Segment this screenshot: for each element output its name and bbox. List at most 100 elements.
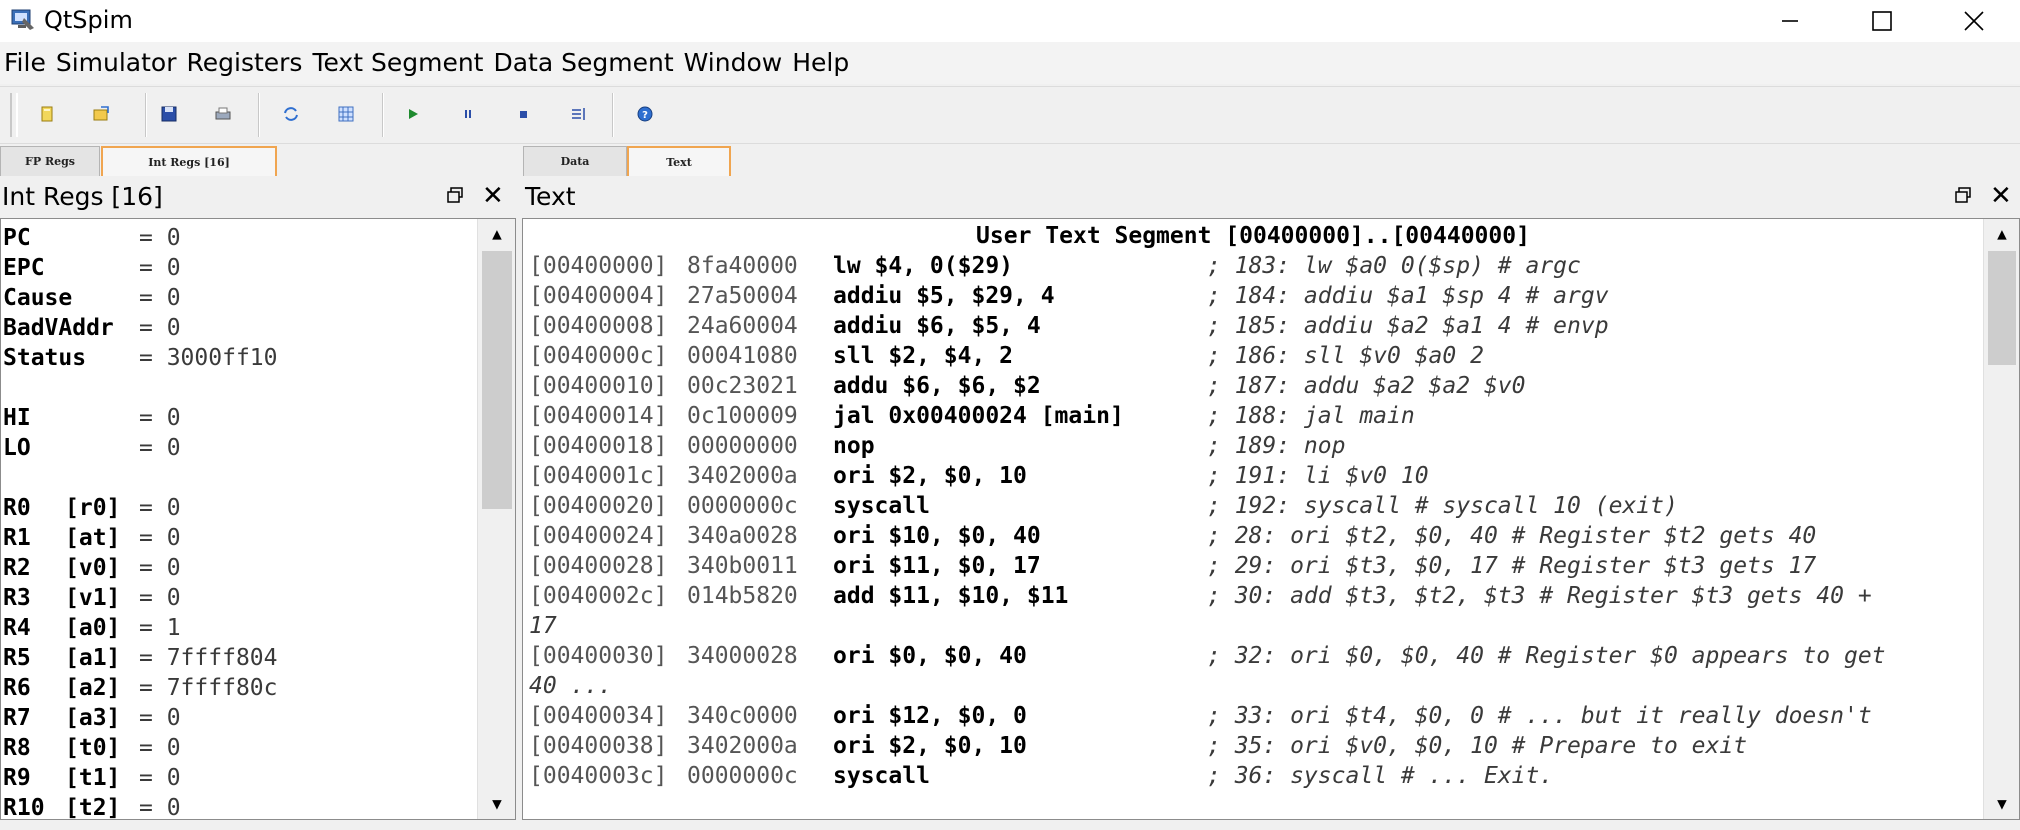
scroll-up-icon[interactable]: ▲	[1984, 219, 2019, 249]
text-segment-line[interactable]: [00400030] 34000028 ori $0, $0, 40 ; 32: or…	[529, 641, 1886, 671]
register-row: R10 [t2] = 0	[3, 793, 181, 820]
instruction-address: [0040001c]	[529, 463, 668, 489]
text-segment-line[interactable]: [0040003c] 0000000c syscall ; 36: syscall #…	[529, 761, 1553, 791]
scroll-down-icon[interactable]: ▼	[1984, 789, 2019, 819]
open-file-button[interactable]	[34, 101, 60, 127]
text-segment-line[interactable]: [00400034] 340c0000 ori $12, $0, 0 ; 33: or…	[529, 701, 1872, 731]
equals-sign: =	[139, 585, 167, 611]
pause-button[interactable]	[455, 101, 481, 127]
source-comment: ; 183: lw $a0 0($sp) # argc	[1207, 253, 1581, 279]
save-log-button[interactable]	[156, 101, 182, 127]
scroll-down-icon[interactable]: ▼	[478, 789, 515, 819]
register-row: EPC = 0	[3, 253, 181, 283]
status-strip	[0, 820, 2020, 830]
float-window-icon[interactable]	[446, 186, 464, 204]
menu-simulator[interactable]: Simulator	[52, 42, 183, 84]
text-segment-line[interactable]: [00400028] 340b0011 ori $11, $0, 17 ; 29: o…	[529, 551, 1816, 581]
menu-window[interactable]: Window	[680, 42, 789, 84]
text-segment-line[interactable]: [0040001c] 3402000a ori $2, $0, 10 ; 191: l…	[529, 461, 1429, 491]
register-alias: [a0]	[65, 615, 121, 641]
run-button[interactable]	[400, 101, 426, 127]
instruction-text: ori $2, $0, 10	[833, 733, 1027, 759]
instruction-text: syscall	[833, 763, 930, 789]
source-comment: ; 192: syscall # syscall 10 (exit)	[1207, 493, 1678, 519]
help-button[interactable]: ?	[632, 101, 658, 127]
toolbar-grip[interactable]	[10, 93, 18, 137]
instruction-address: [00400004]	[529, 283, 668, 309]
source-comment: ; 33: ori $t4, $0, 0 # ... but it really…	[1207, 703, 1872, 729]
text-segment-line[interactable]: [00400000] 8fa40000 lw $4, 0($29) ; 183: lw…	[529, 251, 1581, 281]
int-regs-panel: ▲ ▼ PC = 0 EPC = 0 Cause = 0 BadVAddr = 0 Status…	[0, 218, 516, 820]
single-step-button[interactable]	[565, 101, 591, 127]
machine-code: 00c23021	[687, 373, 798, 399]
pause-icon	[465, 110, 471, 118]
reinitialize-and-load-button[interactable]	[88, 101, 114, 127]
source-comment: ; 30: add $t3, $t2, $t3 # Register $t3 g…	[1207, 583, 1872, 609]
save-icon	[161, 106, 177, 122]
reload-icon	[93, 106, 109, 121]
text-segment-line[interactable]: [00400008] 24a60004 addiu $6, $5, 4 ; 185: …	[529, 311, 1609, 341]
source-comment: ; 35: ori $v0, $0, 10 # Prepare to exit	[1207, 733, 1748, 759]
menu-file[interactable]: File	[0, 42, 52, 84]
stop-button[interactable]	[510, 101, 536, 127]
title-bar: QtSpim	[0, 0, 2020, 42]
text-segment-line[interactable]: [00400020] 0000000c syscall ; 192: syscall …	[529, 491, 1678, 521]
equals-sign: =	[139, 675, 167, 701]
instruction-text: ori $11, $0, 17	[833, 553, 1041, 579]
scroll-thumb[interactable]	[482, 251, 512, 509]
scroll-thumb[interactable]	[1988, 251, 2016, 365]
text-segment-line[interactable]: [00400038] 3402000a ori $2, $0, 10 ; 35: or…	[529, 731, 1747, 761]
text-segment-line[interactable]: [00400024] 340a0028 ori $10, $0, 40 ; 28: o…	[529, 521, 1816, 551]
text-scrollbar[interactable]: ▲ ▼	[1983, 219, 2019, 819]
text-segment-line[interactable]: [00400004] 27a50004 addiu $5, $29, 4 ; 184:…	[529, 281, 1609, 311]
scroll-up-icon[interactable]: ▲	[478, 219, 515, 249]
menu-registers[interactable]: Registers	[183, 42, 309, 84]
text-segment-line[interactable]: [0040000c] 00041080 sll $2, $4, 2 ; 186: sl…	[529, 341, 1484, 371]
clear-memory-button[interactable]	[333, 101, 359, 127]
source-comment: ; 32: ori $0, $0, 40 # Register $0 appea…	[1207, 643, 1886, 669]
open-icon	[41, 106, 53, 122]
float-window-icon[interactable]	[1954, 186, 1972, 204]
instruction-address: [00400034]	[529, 703, 668, 729]
tab-text[interactable]: Text	[627, 146, 731, 176]
instruction-text: add $11, $10, $11	[833, 583, 1069, 609]
minimize-button[interactable]	[1744, 0, 1836, 42]
clear-registers-button[interactable]	[278, 101, 304, 127]
machine-code: 0000000c	[687, 493, 798, 519]
tab-fp-regs[interactable]: FP Regs	[0, 146, 100, 176]
maximize-button[interactable]	[1836, 0, 1928, 42]
menu-text-segment[interactable]: Text Segment	[308, 42, 489, 84]
close-window-button[interactable]	[1928, 0, 2020, 42]
equals-sign: =	[139, 285, 167, 311]
register-name: R5	[3, 645, 31, 671]
tab-int-regs[interactable]: Int Regs [16]	[101, 146, 277, 176]
menu-data-segment[interactable]: Data Segment	[489, 42, 679, 84]
register-row: R3 [v1] = 0	[3, 583, 181, 613]
register-name: R8	[3, 735, 31, 761]
register-row: BadVAddr = 0	[3, 313, 181, 343]
instruction-address: [00400024]	[529, 523, 668, 549]
register-row: R0 [r0] = 0	[3, 493, 181, 523]
machine-code: 340c0000	[687, 703, 798, 729]
register-name: Cause	[3, 285, 73, 311]
text-segment-line[interactable]: [00400018] 00000000 nop ; 189: nop	[529, 431, 1345, 461]
register-name: Status	[3, 345, 87, 371]
register-row: R9 [t1] = 0	[3, 763, 181, 793]
regs-scrollbar[interactable]: ▲ ▼	[477, 219, 515, 819]
source-comment: ; 189: nop	[1207, 433, 1346, 459]
text-segment-line[interactable]: [00400014] 0c100009 jal 0x00400024 [main];…	[529, 401, 1415, 431]
text-segment-line[interactable]: [00400010] 00c23021 addu $6, $6, $2 ; 187: …	[529, 371, 1526, 401]
tab-data[interactable]: Data	[523, 146, 627, 176]
instruction-text: addiu $5, $29, 4	[833, 283, 1055, 309]
close-pane-icon[interactable]: ✕	[482, 178, 504, 214]
register-row: R1 [at] = 0	[3, 523, 181, 553]
text-segment-line[interactable]: [0040002c] 014b5820 add $11, $10, $11 ; 30:…	[529, 581, 1872, 611]
register-value: 0	[166, 765, 181, 791]
close-pane-icon[interactable]: ✕	[1990, 178, 2012, 214]
instruction-text: nop	[833, 433, 875, 459]
print-button[interactable]	[210, 101, 236, 127]
help-icon: ?	[637, 106, 653, 122]
register-alias: [t1]	[65, 765, 121, 791]
equals-sign: =	[139, 795, 167, 820]
menu-help[interactable]: Help	[788, 42, 855, 84]
